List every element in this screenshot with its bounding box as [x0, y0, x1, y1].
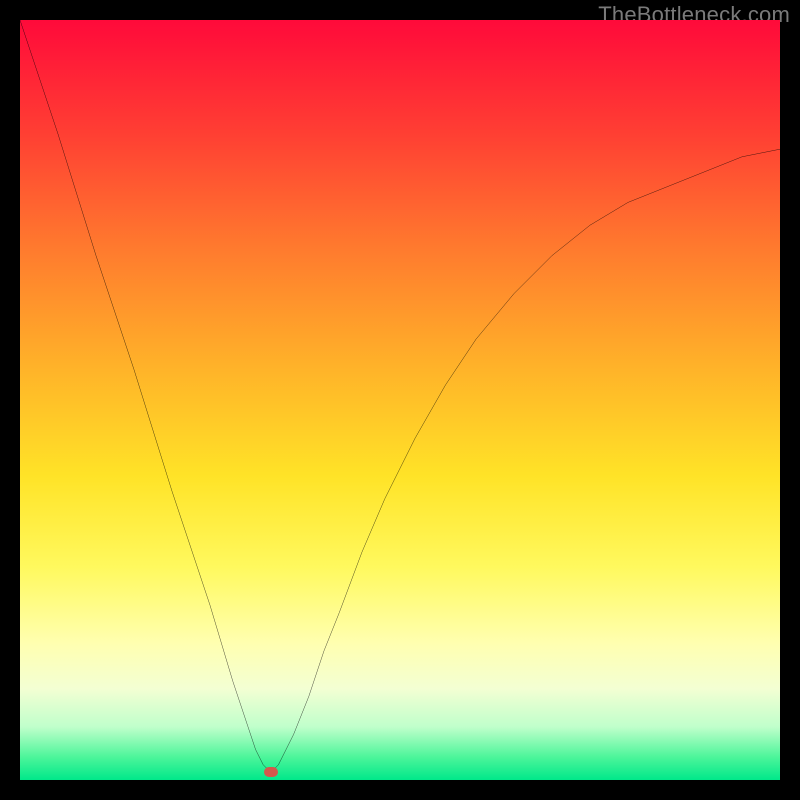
bottleneck-curve	[20, 20, 780, 772]
curve-svg	[20, 20, 780, 780]
chart-container: TheBottleneck.com	[0, 0, 800, 800]
optimal-point-marker	[264, 767, 278, 777]
plot-area	[20, 20, 780, 780]
